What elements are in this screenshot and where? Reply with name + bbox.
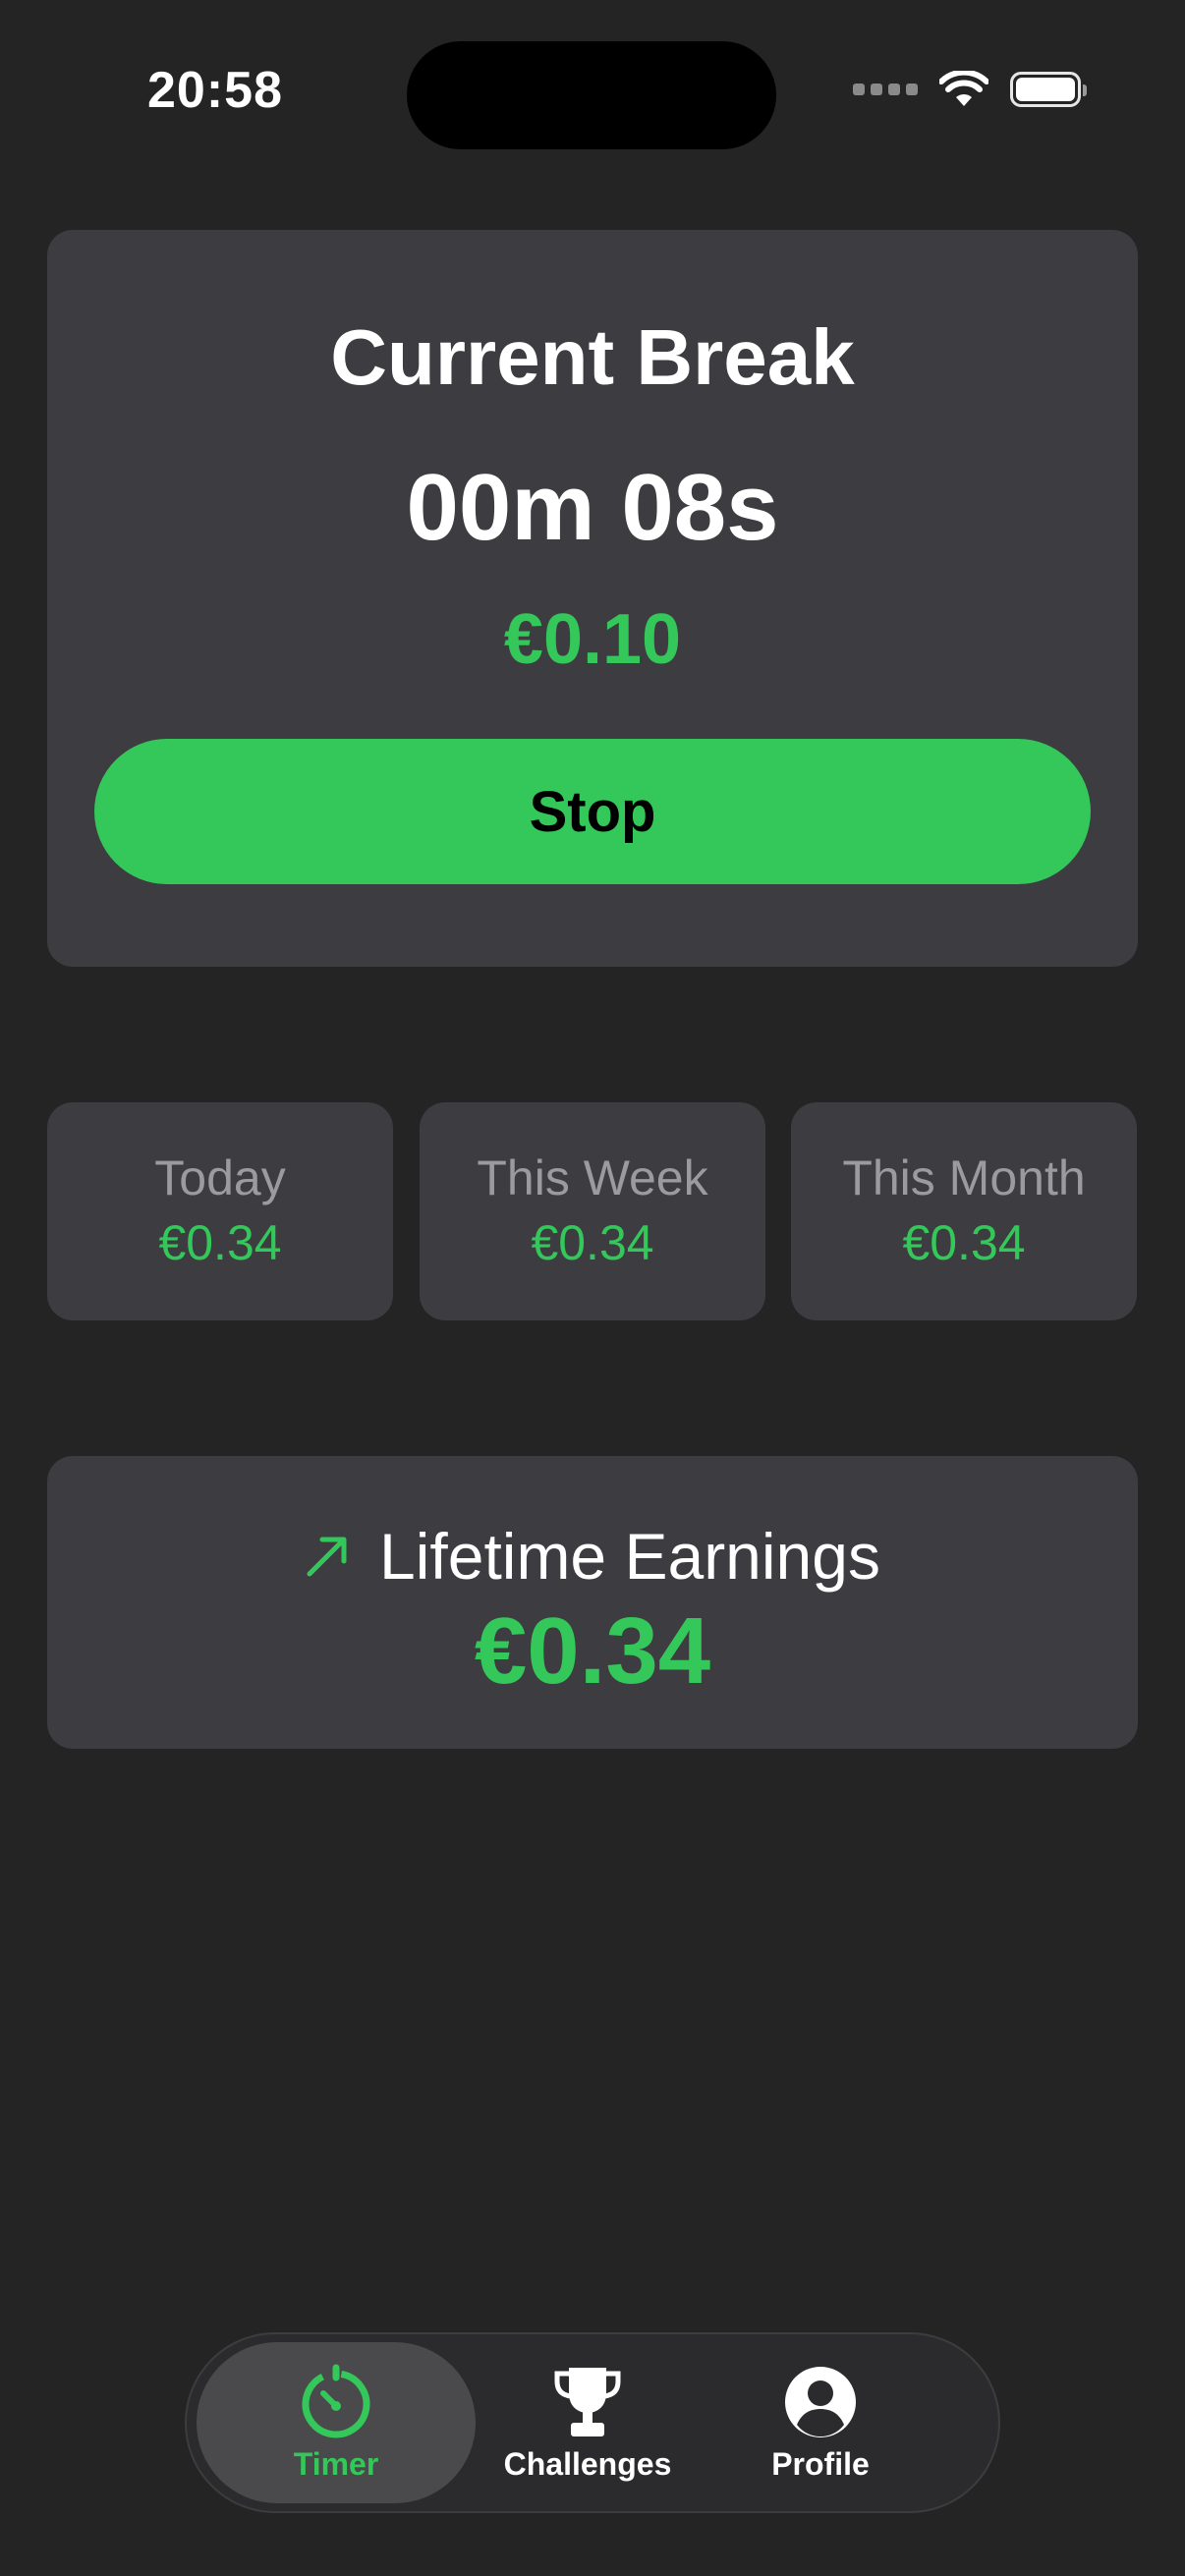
wifi-icon <box>939 71 988 106</box>
stop-button[interactable]: Stop <box>94 739 1091 884</box>
current-break-title: Current Break <box>330 313 855 401</box>
stat-value: €0.34 <box>158 1215 282 1270</box>
stat-label: Today <box>154 1150 286 1205</box>
tab-profile[interactable]: Profile <box>717 2342 924 2503</box>
tab-label: Profile <box>771 2445 870 2482</box>
app-screen: 20:58 Current Break 00m 08s €0.10 Stop T… <box>0 0 1185 2576</box>
status-time: 20:58 <box>147 62 283 119</box>
profile-icon <box>785 2366 856 2437</box>
timer-icon <box>302 2364 370 2437</box>
cellular-signal-icon <box>853 84 918 95</box>
tab-challenges[interactable]: Challenges <box>491 2342 684 2503</box>
break-timer-display: 00m 08s <box>406 455 779 560</box>
trend-arrow-icon <box>307 1537 347 1577</box>
stat-label: This Month <box>842 1150 1086 1205</box>
lifetime-earnings-value: €0.34 <box>474 1598 711 1704</box>
lifetime-earnings-card: Lifetime Earnings €0.34 <box>47 1456 1138 1749</box>
stat-card-this-month: This Month €0.34 <box>791 1102 1137 1320</box>
tab-label: Timer <box>293 2445 379 2482</box>
status-icons <box>853 71 1087 108</box>
stat-value: €0.34 <box>902 1215 1026 1270</box>
stat-label: This Week <box>477 1150 708 1205</box>
tab-timer[interactable]: Timer <box>197 2342 476 2503</box>
stat-value: €0.34 <box>531 1215 654 1270</box>
battery-icon <box>1010 72 1087 107</box>
break-earnings-amount: €0.10 <box>503 600 682 679</box>
tab-label: Challenges <box>503 2445 672 2482</box>
dynamic-island <box>407 41 776 149</box>
stat-card-today: Today €0.34 <box>47 1102 393 1320</box>
lifetime-earnings-title: Lifetime Earnings <box>379 1520 880 1593</box>
stat-card-this-week: This Week €0.34 <box>420 1102 765 1320</box>
tab-bar: Timer Challenges Profile <box>185 2332 1000 2513</box>
lifetime-header: Lifetime Earnings <box>47 1519 1138 1594</box>
trophy-icon <box>554 2367 621 2436</box>
